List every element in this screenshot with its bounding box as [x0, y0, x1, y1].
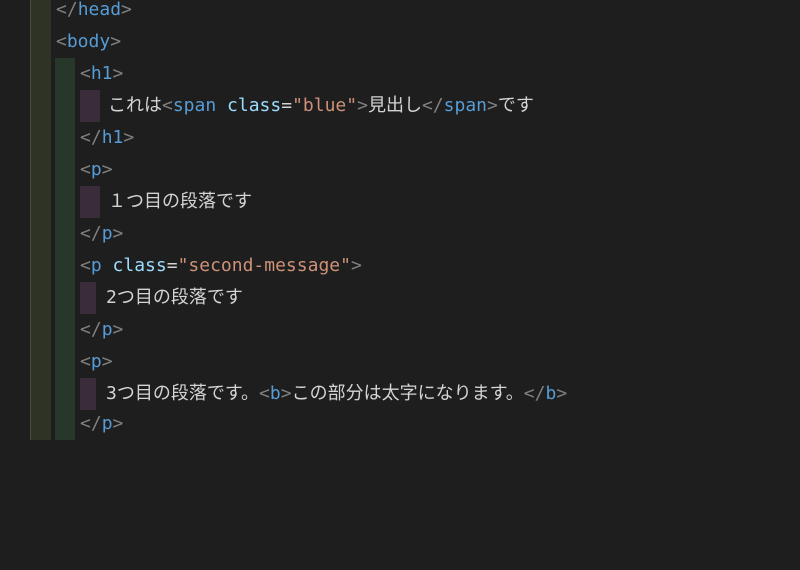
code-content: 3つ目の段落です。<b>この部分は太字になります。</b>: [106, 383, 568, 404]
indent-guide: [80, 186, 100, 218]
code-content: <p class="second-message">: [80, 255, 362, 276]
code-content: </p>: [80, 413, 124, 434]
indent-guide: [30, 218, 51, 250]
code-line[interactable]: </h1>: [0, 122, 800, 154]
indent-guide: [55, 378, 75, 410]
code-line[interactable]: </p>: [0, 314, 800, 346]
indent-guide: [30, 26, 51, 58]
code-line[interactable]: <p>: [0, 346, 800, 378]
indent-guide: [55, 314, 75, 346]
indent-guide: [55, 218, 75, 250]
indent-guide: [55, 154, 75, 186]
indent-guide: [30, 346, 51, 378]
code-content: これは<span class="blue">見出し</span>です: [108, 95, 534, 116]
indent-guide: [55, 122, 75, 154]
code-line[interactable]: これは<span class="blue">見出し</span>です: [0, 90, 800, 122]
code-content: </p>: [80, 319, 124, 340]
indent-guide: [80, 90, 100, 122]
code-content: </p>: [80, 223, 124, 244]
code-content: </h1>: [80, 127, 135, 148]
code-line[interactable]: １つ目の段落です: [0, 186, 800, 218]
code-content: </head>: [56, 0, 132, 20]
indent-guide: [30, 90, 51, 122]
code-line[interactable]: <body>: [0, 26, 800, 58]
indent-guide: [30, 154, 51, 186]
indent-guide: [55, 186, 75, 218]
code-editor[interactable]: </head> <body> <h1> これは<span class="blue…: [0, 0, 800, 440]
code-content: <body>: [56, 31, 122, 52]
indent-guide: [55, 250, 75, 282]
code-line[interactable]: </head>: [0, 0, 800, 26]
indent-guide: [55, 346, 75, 378]
indent-guide: [30, 250, 51, 282]
indent-guide: [30, 122, 51, 154]
code-content: <h1>: [80, 63, 124, 84]
indent-guide: [55, 90, 75, 122]
code-line[interactable]: <h1>: [0, 58, 800, 90]
code-content: １つ目の段落です: [108, 191, 252, 212]
code-line[interactable]: </p>: [0, 218, 800, 250]
indent-guide: [30, 186, 51, 218]
indent-guide: [55, 58, 75, 90]
code-line[interactable]: 2つ目の段落です: [0, 282, 800, 314]
indent-guide: [80, 282, 96, 314]
code-line[interactable]: <p>: [0, 154, 800, 186]
code-line[interactable]: <p class="second-message">: [0, 250, 800, 282]
code-content: <p>: [80, 351, 113, 372]
indent-guide: [55, 282, 75, 314]
code-line[interactable]: </p>: [0, 408, 800, 440]
indent-guide: [55, 408, 75, 440]
code-content: <p>: [80, 159, 113, 180]
code-content: 2つ目の段落です: [106, 287, 243, 308]
indent-guide: [30, 378, 51, 410]
indent-guide: [80, 378, 96, 410]
indent-guide: [30, 408, 51, 440]
indent-guide: [30, 58, 51, 90]
code-line[interactable]: 3つ目の段落です。<b>この部分は太字になります。</b>: [0, 378, 800, 410]
indent-guide: [30, 0, 51, 26]
indent-guide: [30, 282, 51, 314]
indent-guide: [30, 314, 51, 346]
